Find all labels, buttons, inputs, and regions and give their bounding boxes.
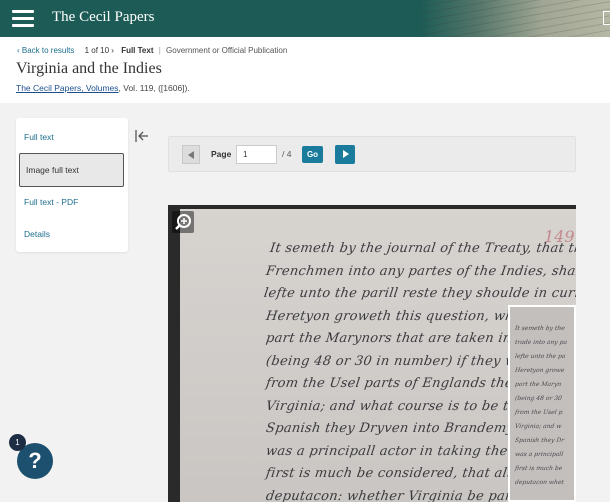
thumbnail-line: Spanish they Dr bbox=[514, 437, 565, 444]
manuscript-line: was a principall actor in taking the L bbox=[264, 443, 523, 459]
sidebar-item-full-text[interactable]: Full text bbox=[24, 132, 54, 142]
zoom-in-icon[interactable] bbox=[172, 211, 194, 233]
manuscript-line: (being 48 or 30 in number) if they were bbox=[264, 353, 541, 369]
citation: The Cecil Papers, Volumes, Vol. 119, ([1… bbox=[16, 83, 190, 93]
sidebar-item-details[interactable]: Details bbox=[24, 229, 50, 239]
result-position[interactable]: 1 of 10 › bbox=[85, 46, 114, 55]
page-thumbnail[interactable]: It semeth by the trade into any pa lefte u… bbox=[508, 305, 576, 502]
collapse-left-icon[interactable] bbox=[134, 128, 150, 144]
thumbnail-line: (being 48 or 30 bbox=[514, 395, 563, 402]
hamburger-menu-icon[interactable] bbox=[12, 10, 34, 27]
thumbnail-line: was a principall bbox=[514, 451, 564, 458]
go-button[interactable]: Go bbox=[302, 146, 323, 163]
page-total: / 4 bbox=[282, 149, 292, 159]
thumbnail-line: It semeth by the bbox=[514, 325, 566, 332]
window-edge-icon bbox=[603, 11, 610, 25]
thumbnail-line: trade into any pa bbox=[514, 339, 568, 346]
manuscript-line: part the Marynors that are taken in bbox=[264, 331, 513, 346]
previous-page-icon[interactable] bbox=[182, 145, 200, 164]
thumbnail-line: Heretyon growe bbox=[514, 367, 565, 374]
manuscript-line: Frenchmen into any partes of the Indies,… bbox=[264, 263, 576, 279]
page-title: Virginia and the Indies bbox=[16, 60, 162, 77]
manuscript-line: It semeth by the journal of the Treaty, … bbox=[268, 241, 576, 256]
sidebar-item-full-text-pdf[interactable]: Full text - PDF bbox=[24, 197, 78, 207]
document-side-nav: Full text Image full text Full text - PD… bbox=[16, 118, 128, 252]
site-brand[interactable]: The Cecil Papers bbox=[52, 9, 154, 26]
page-navigation: Page / 4 Go bbox=[168, 136, 576, 172]
document-image-viewer[interactable]: 149 It semeth by the journal of the Trea… bbox=[168, 205, 576, 502]
page-number-input[interactable] bbox=[236, 145, 277, 164]
back-to-results-link[interactable]: ‹ Back to results bbox=[17, 46, 74, 55]
section-label: Full Text bbox=[121, 46, 154, 55]
manuscript-line: Spanish they Dryven into Brandemy, bbox=[264, 421, 518, 436]
sidebar-item-image-full-text[interactable]: Image full text bbox=[19, 153, 124, 187]
header-banner-image bbox=[420, 0, 610, 37]
thumbnail-line: first is much be bbox=[514, 465, 563, 472]
citation-link[interactable]: The Cecil Papers, Volumes bbox=[16, 83, 119, 93]
help-notification-badge: 1 bbox=[9, 434, 26, 451]
manuscript-line: Virginia; and what course is to be taken bbox=[264, 398, 543, 414]
thumbnail-line: lefte unto the pa bbox=[514, 353, 566, 360]
manuscript-line: deputacon: whether Virginia be part of bbox=[264, 488, 536, 502]
page-label: Page bbox=[211, 149, 232, 159]
document-type: Government or Official Publication bbox=[166, 46, 288, 55]
manuscript-line: lefte unto the parill reste they shoulde… bbox=[262, 286, 576, 301]
document-title-area: ‹ Back to results 1 of 10 › Full Text | … bbox=[0, 37, 610, 103]
top-header-bar: The Cecil Papers bbox=[0, 0, 610, 37]
thumbnail-line: from the Usel p bbox=[514, 409, 563, 416]
breadcrumb-separator: | bbox=[158, 46, 161, 55]
thumbnail-line: deputacon whet bbox=[514, 479, 565, 486]
thumbnail-line: Virginia; and w bbox=[514, 423, 562, 430]
breadcrumb: ‹ Back to results 1 of 10 › Full Text | … bbox=[17, 46, 287, 55]
thumbnail-line: part the Maryn bbox=[514, 381, 562, 388]
next-page-icon[interactable] bbox=[335, 145, 355, 164]
citation-details: , Vol. 119, ([1606]). bbox=[118, 83, 190, 93]
